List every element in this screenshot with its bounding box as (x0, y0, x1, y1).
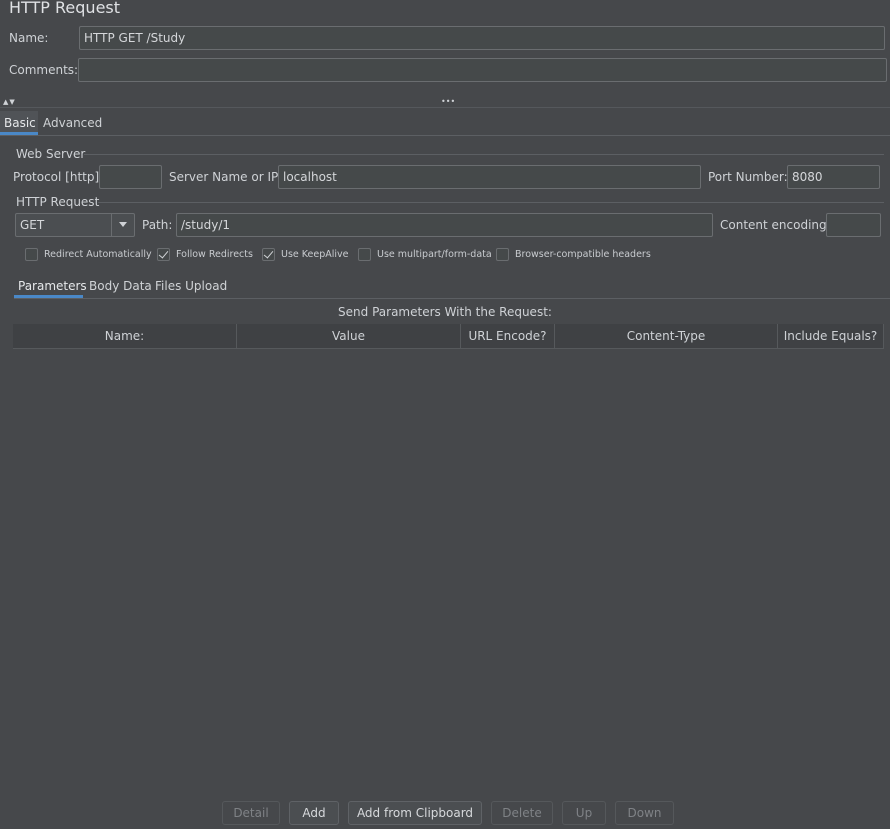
server-name-field[interactable]: localhost (278, 165, 701, 189)
redirect-automatically-label: Redirect Automatically (44, 249, 152, 260)
column-header-value[interactable]: Value (237, 324, 461, 349)
tab-files-upload[interactable]: Files Upload (155, 279, 227, 293)
add-button[interactable]: Add (289, 801, 339, 825)
browser-headers-label: Browser-compatible headers (515, 249, 651, 260)
content-encoding-label: Content encoding: (720, 218, 831, 232)
protocol-field[interactable] (99, 165, 162, 189)
chevron-down-icon[interactable] (111, 214, 134, 236)
add-from-clipboard-button[interactable]: Add from Clipboard (348, 801, 482, 825)
browser-headers-checkbox[interactable] (496, 248, 509, 261)
follow-redirects-label: Follow Redirects (176, 249, 253, 260)
params-caption: Send Parameters With the Request: (338, 305, 552, 319)
name-label: Name: (9, 31, 49, 45)
keepalive-label: Use KeepAlive (281, 249, 349, 260)
comments-label: Comments: (9, 63, 79, 77)
http-request-rule (98, 202, 884, 203)
tabs-divider (0, 135, 890, 136)
redirect-automatically-checkbox[interactable] (25, 248, 38, 261)
delete-button[interactable]: Delete (491, 801, 553, 825)
up-button[interactable]: Up (562, 801, 606, 825)
tab-body-data[interactable]: Body Data (89, 279, 152, 293)
column-header-content-type[interactable]: Content-Type (555, 324, 778, 349)
comments-field[interactable] (78, 58, 887, 82)
multipart-checkbox[interactable] (358, 248, 371, 261)
follow-redirects-checkbox[interactable] (157, 248, 170, 261)
protocol-label: Protocol [http]: (13, 170, 104, 184)
content-encoding-field[interactable] (826, 213, 881, 237)
name-field[interactable]: HTTP GET /Study (79, 26, 885, 50)
tab-basic[interactable]: Basic (4, 116, 36, 130)
panel-title: HTTP Request (9, 0, 121, 17)
port-label: Port Number: (708, 170, 788, 184)
params-table-body[interactable] (13, 349, 884, 794)
web-server-legend: Web Server (16, 147, 86, 161)
collapse-arrows-icon[interactable]: ▲▼ (3, 98, 16, 106)
down-button[interactable]: Down (615, 801, 674, 825)
port-field[interactable]: 8080 (787, 165, 880, 189)
detail-button[interactable]: Detail (222, 801, 280, 825)
web-server-rule (84, 154, 884, 155)
multipart-label: Use multipart/form-data (377, 249, 492, 260)
keepalive-checkbox[interactable] (262, 248, 275, 261)
subtabs-divider (14, 298, 890, 299)
column-header-include-equals[interactable]: Include Equals? (778, 324, 884, 349)
http-request-legend: HTTP Request (16, 195, 100, 209)
splitter-grip-icon[interactable]: ••• (441, 97, 455, 106)
server-name-label: Server Name or IP: (169, 170, 283, 184)
column-header-name[interactable]: Name: (13, 324, 237, 349)
path-label: Path: (142, 218, 173, 232)
splitter-line (0, 107, 890, 108)
column-header-url-encode[interactable]: URL Encode? (461, 324, 555, 349)
path-field[interactable]: /study/1 (176, 213, 713, 237)
tab-parameters[interactable]: Parameters (18, 279, 87, 293)
tab-advanced[interactable]: Advanced (43, 116, 102, 130)
